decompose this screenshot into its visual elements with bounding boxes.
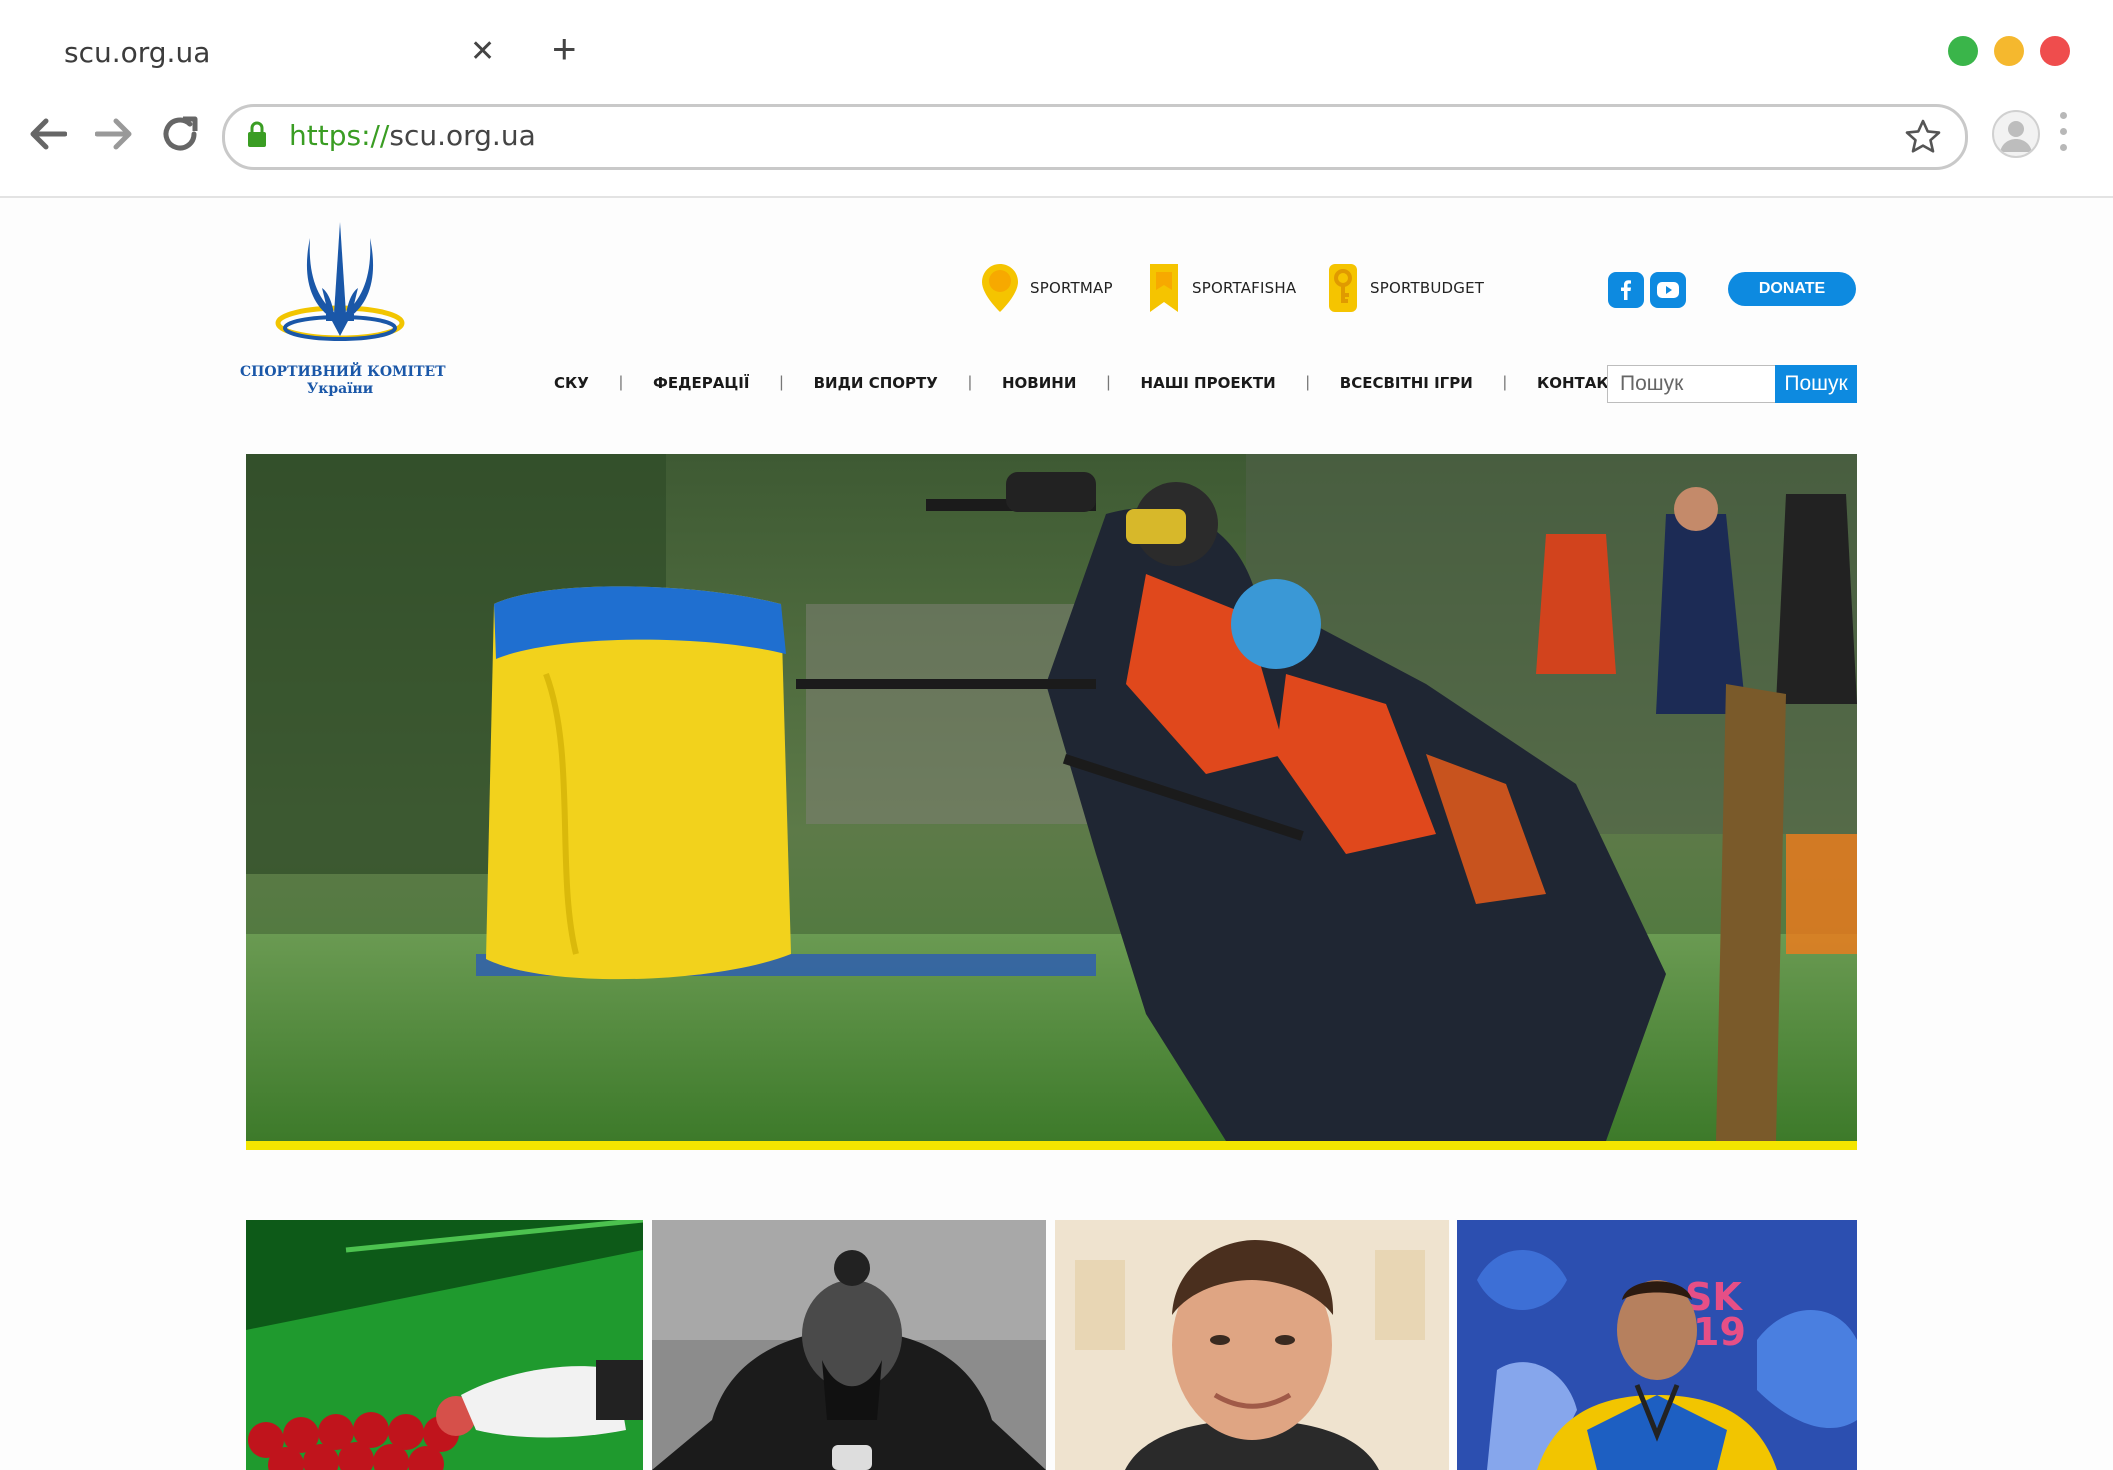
window-minimize-button[interactable] bbox=[1994, 36, 2024, 66]
web-page: СПОРТИВНИЙ КОМІТЕТ України SPORTMAP SPOR… bbox=[0, 198, 2113, 1470]
official-portrait-photo bbox=[1055, 1220, 1449, 1470]
nav-item-sports[interactable]: ВИДИ СПОРТУ bbox=[814, 374, 938, 392]
nav-separator: | bbox=[779, 374, 784, 391]
reload-button[interactable] bbox=[158, 112, 202, 156]
url-text[interactable]: https://scu.org.ua bbox=[289, 119, 536, 152]
reload-icon bbox=[163, 116, 198, 151]
scu-logo[interactable]: СПОРТИВНИЙ КОМІТЕТ України bbox=[240, 218, 446, 398]
news-thumbnail-athlete[interactable] bbox=[652, 1220, 1046, 1470]
news-thumbnail-snooker[interactable] bbox=[246, 1220, 643, 1470]
facebook-link[interactable] bbox=[1608, 272, 1644, 308]
news-thumbnail-official[interactable] bbox=[1055, 1220, 1449, 1470]
youtube-link[interactable] bbox=[1650, 272, 1686, 308]
nav-item-projects[interactable]: НАШІ ПРОЕКТИ bbox=[1141, 374, 1276, 392]
nav-item-federations[interactable]: ФЕДЕРАЦІЇ bbox=[653, 374, 749, 392]
nav-separator: | bbox=[618, 374, 623, 391]
nav-separator: | bbox=[967, 374, 972, 391]
youtube-icon bbox=[1657, 282, 1679, 298]
search-button[interactable]: Пошук bbox=[1775, 365, 1857, 403]
back-button[interactable] bbox=[26, 112, 70, 156]
boxer-medal-photo: SK 19 bbox=[1457, 1220, 1857, 1470]
trident-logo-icon bbox=[275, 222, 405, 341]
main-navigation: СКУ | ФЕДЕРАЦІЇ | ВИДИ СПОРТУ | НОВИНИ |… bbox=[554, 374, 1631, 392]
slider-accent-bar bbox=[246, 1141, 1857, 1150]
tab-title[interactable]: scu.org.ua bbox=[64, 36, 210, 69]
browser-menu-icon[interactable] bbox=[2060, 112, 2072, 160]
nav-separator: | bbox=[1502, 374, 1507, 391]
profile-avatar[interactable] bbox=[1992, 110, 2040, 158]
user-icon bbox=[2000, 121, 2032, 152]
news-thumbnail-boxer[interactable]: SK 19 bbox=[1457, 1220, 1857, 1470]
key-icon bbox=[1329, 264, 1357, 312]
project-link-sportmap[interactable]: SPORTMAP bbox=[980, 262, 1113, 314]
close-tab-icon[interactable]: ✕ bbox=[470, 34, 495, 69]
hero-slider-image[interactable] bbox=[246, 454, 1857, 1141]
window-close-button[interactable] bbox=[2040, 36, 2070, 66]
forward-arrow-icon bbox=[95, 118, 132, 150]
project-link-sportafisha[interactable]: SPORTAFISHA bbox=[1146, 262, 1296, 314]
nav-item-sku[interactable]: СКУ bbox=[554, 374, 589, 392]
snooker-photo bbox=[246, 1220, 643, 1470]
project-label: SPORTMAP bbox=[1030, 279, 1113, 297]
project-label: SPORTAFISHA bbox=[1192, 279, 1297, 297]
nav-item-world-games[interactable]: ВСЕСВІТНІ ІГРИ bbox=[1340, 374, 1473, 392]
logo-text-sub: України bbox=[306, 381, 374, 397]
back-arrow-icon bbox=[30, 118, 67, 150]
nav-separator: | bbox=[1106, 374, 1111, 391]
address-bar[interactable]: https://scu.org.ua bbox=[222, 104, 1968, 170]
forward-button[interactable] bbox=[92, 112, 136, 156]
logo-text-main: СПОРТИВНИЙ КОМІТЕТ bbox=[240, 364, 446, 380]
project-label: SPORTBUDGET bbox=[1370, 279, 1485, 297]
bookmark-icon bbox=[1150, 264, 1178, 312]
paintball-photo bbox=[246, 454, 1857, 1141]
search-input[interactable] bbox=[1607, 365, 1792, 403]
lock-icon bbox=[248, 121, 266, 147]
browser-chrome: scu.org.ua ✕ + https://scu.org.ua bbox=[0, 0, 2113, 198]
athlete-mask-photo bbox=[652, 1220, 1046, 1470]
svg-text:19: 19 bbox=[1693, 1310, 1746, 1354]
nav-separator: | bbox=[1305, 374, 1310, 391]
window-maximize-button[interactable] bbox=[1948, 36, 1978, 66]
nav-item-news[interactable]: НОВИНИ bbox=[1002, 374, 1076, 392]
facebook-icon bbox=[1621, 280, 1631, 300]
bookmark-star-icon[interactable] bbox=[1903, 117, 1943, 157]
map-pin-icon bbox=[982, 264, 1018, 312]
donate-button[interactable]: DONATE bbox=[1728, 272, 1856, 306]
project-link-sportbudget[interactable]: SPORTBUDGET bbox=[1326, 262, 1484, 314]
new-tab-icon[interactable]: + bbox=[552, 28, 577, 70]
